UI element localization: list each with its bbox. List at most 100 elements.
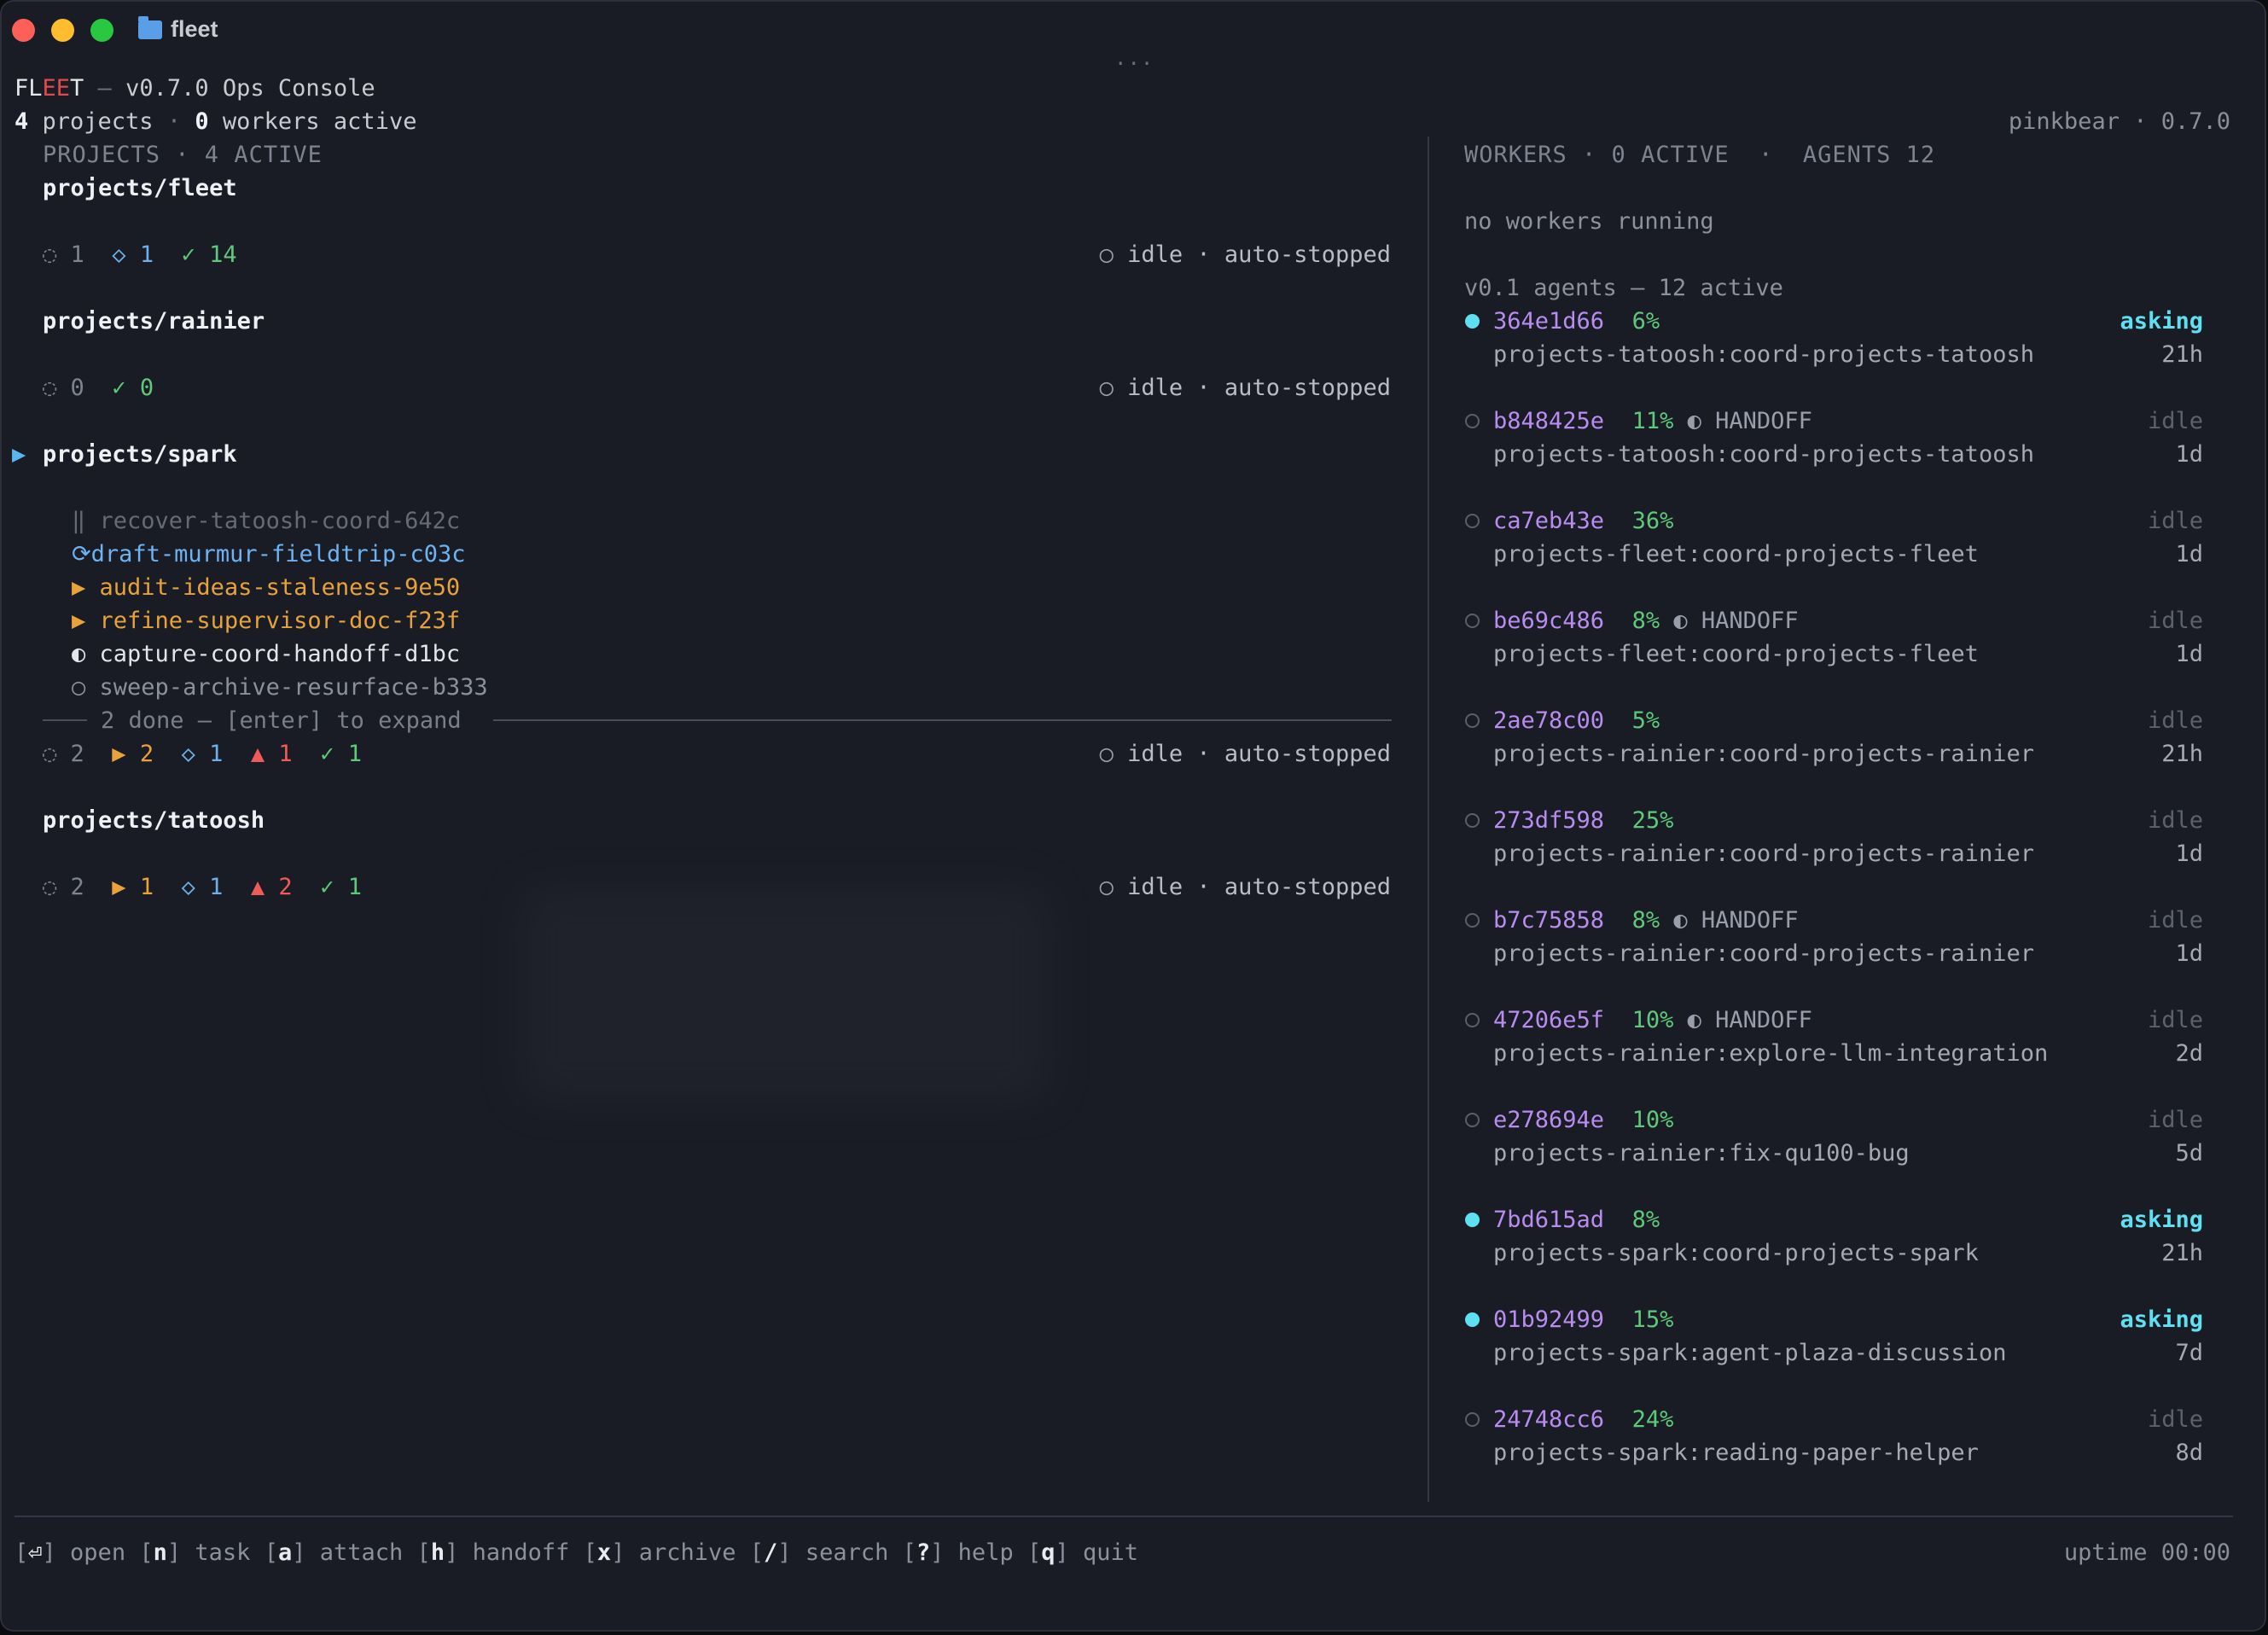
key-glyph: x bbox=[596, 1539, 612, 1566]
agent-status: idle bbox=[2147, 907, 2203, 934]
agent-path: projects-rainier:coord-projects-rainier bbox=[1493, 841, 2034, 867]
agent-status: idle bbox=[2147, 1406, 2203, 1433]
state-text: idle · auto-stopped bbox=[1127, 241, 1391, 268]
key-glyph: / bbox=[764, 1539, 778, 1566]
task-name: recover-tatoosh-coord-642c bbox=[99, 508, 461, 534]
task-row[interactable]: ▶ refine-supervisor-doc-f23f bbox=[72, 604, 460, 637]
asking-dot-icon bbox=[1465, 314, 1480, 329]
project-spark-state: ○ idle · auto-stopped bbox=[1100, 737, 1391, 771]
agent-status: idle bbox=[2147, 608, 2203, 634]
close-window-button[interactable] bbox=[12, 19, 35, 42]
agent-context-percent: 36% bbox=[1631, 508, 1674, 534]
agent-age: 21h bbox=[2161, 1240, 2203, 1266]
key-glyph: a bbox=[277, 1539, 293, 1566]
idle-circle-icon: ○ bbox=[72, 674, 86, 701]
done-count: 0 bbox=[139, 375, 154, 401]
keybinding-bar: [⏎] open [n] task [a] attach [h] handoff… bbox=[15, 1536, 1138, 1569]
keybinding-archive[interactable]: [x] archive bbox=[584, 1539, 750, 1566]
bracket: [ bbox=[749, 1539, 765, 1566]
keybinding-search[interactable]: [/] search bbox=[750, 1539, 903, 1566]
agent-context-percent: 10% bbox=[1631, 1107, 1674, 1133]
review-count: 1 bbox=[209, 741, 224, 767]
projects-label: projects bbox=[28, 108, 154, 135]
task-row[interactable]: ⟳draft-murmur-fieldtrip-c03c bbox=[72, 538, 466, 571]
title-bar: fleet ... bbox=[0, 0, 2266, 70]
bracket: ] bbox=[777, 1539, 805, 1566]
agent-status: idle bbox=[2147, 508, 2203, 534]
agent-age: 7d bbox=[2175, 1340, 2203, 1366]
task-row[interactable]: ‖ recover-tatoosh-coord-642c bbox=[72, 504, 460, 538]
app-subtitle: v0.7.0 Ops Console bbox=[125, 75, 375, 102]
blocked-icon: ▲ bbox=[250, 741, 279, 767]
agent-summary: 01b92499 15% bbox=[1493, 1303, 1673, 1336]
running-icon: ▶ bbox=[112, 874, 140, 900]
keybinding-help[interactable]: [?] help bbox=[903, 1539, 1027, 1566]
keybinding-open[interactable]: [⏎] open bbox=[15, 1539, 139, 1566]
idle-dot-icon bbox=[1465, 1013, 1480, 1027]
todo-icon: ◌ bbox=[43, 375, 71, 401]
task-row[interactable]: ○ sweep-archive-resurface-b333 bbox=[72, 671, 488, 704]
project-count: 4 bbox=[15, 108, 29, 135]
folder-icon bbox=[138, 15, 162, 39]
review-icon: ◇ bbox=[181, 741, 210, 767]
agent-age: 5d bbox=[2175, 1140, 2203, 1167]
bracket: [ bbox=[264, 1539, 278, 1566]
agent-path: projects-tatoosh:coord-projects-tatoosh bbox=[1493, 341, 2034, 368]
keybinding-quit[interactable]: [q] quit bbox=[1027, 1539, 1138, 1566]
handoff-half-circle-icon: ◐ bbox=[72, 641, 86, 667]
project-rainier-stats: ◌ 0 ✓ 0 bbox=[43, 371, 154, 404]
workers-label: workers active bbox=[208, 108, 417, 135]
done-count: 1 bbox=[347, 874, 362, 900]
brand-t: T bbox=[70, 75, 84, 102]
minimize-window-button[interactable] bbox=[51, 19, 74, 42]
agent-id: 24748cc6 bbox=[1493, 1406, 1605, 1433]
brand-fl: FL bbox=[15, 75, 43, 102]
task-row[interactable]: ◐ capture-coord-handoff-d1bc bbox=[72, 637, 460, 671]
agent-path: projects-fleet:coord-projects-fleet bbox=[1493, 541, 1979, 567]
done-count: 1 bbox=[347, 741, 362, 767]
workers-panel-title: WORKERS · 0 ACTIVE · AGENTS 12 bbox=[1464, 142, 1936, 168]
project-tatoosh[interactable]: projects/tatoosh bbox=[43, 804, 265, 837]
window-title-text: fleet bbox=[171, 16, 218, 42]
todo-icon: ◌ bbox=[43, 241, 71, 268]
key-glyph: q bbox=[1041, 1539, 1055, 1566]
agent-id: 47206e5f bbox=[1493, 1007, 1605, 1033]
task-name: draft-murmur-fieldtrip-c03c bbox=[90, 541, 466, 567]
done-divider-left bbox=[43, 719, 87, 721]
project-tatoosh-state: ○ idle · auto-stopped bbox=[1100, 870, 1391, 904]
agent-path: projects-rainier:explore-llm-integration bbox=[1493, 1040, 2049, 1067]
keybinding-handoff[interactable]: [h] handoff bbox=[417, 1539, 584, 1566]
task-name: capture-coord-handoff-d1bc bbox=[99, 641, 461, 667]
task-row[interactable]: ▶ audit-ideas-staleness-9e50 bbox=[72, 571, 460, 604]
agent-status: idle bbox=[2147, 707, 2203, 734]
agent-context-percent: 8% bbox=[1631, 907, 1660, 934]
key-glyph: ⏎ bbox=[28, 1539, 43, 1566]
agent-status: idle bbox=[2147, 1107, 2203, 1133]
agent-context-percent: 11% bbox=[1631, 408, 1674, 434]
agent-id: e278694e bbox=[1493, 1107, 1605, 1133]
project-rainier[interactable]: projects/rainier bbox=[43, 305, 265, 338]
idle-dot-icon bbox=[1465, 514, 1480, 528]
project-spark[interactable]: projects/spark bbox=[43, 438, 237, 471]
play-icon: ▶ bbox=[72, 608, 86, 634]
agent-summary: b848425e 11% ◐ HANDOFF bbox=[1493, 404, 1812, 438]
done-count: 14 bbox=[209, 241, 237, 268]
panel-divider bbox=[1428, 137, 1429, 1502]
keybinding-task[interactable]: [n] task bbox=[139, 1539, 264, 1566]
agent-id: be69c486 bbox=[1493, 608, 1605, 634]
header-counts: 4 projects · 0 workers active bbox=[15, 105, 416, 138]
project-fleet[interactable]: projects/fleet bbox=[43, 172, 237, 205]
keybinding-attach[interactable]: [a] attach bbox=[265, 1539, 417, 1566]
tab-overflow-dots[interactable]: ... bbox=[1114, 46, 1154, 70]
agent-context-percent: 8% bbox=[1631, 608, 1660, 634]
bracket: ] bbox=[166, 1539, 195, 1566]
idle-dot-icon bbox=[1465, 414, 1480, 428]
window-title: fleet bbox=[138, 15, 218, 43]
paused-icon: ‖ bbox=[72, 508, 86, 534]
zoom-window-button[interactable] bbox=[90, 19, 113, 42]
blocked-icon: ▲ bbox=[250, 874, 279, 900]
bracket: ] bbox=[292, 1539, 320, 1566]
footer-divider bbox=[15, 1516, 2233, 1517]
todo-count: 2 bbox=[70, 741, 84, 767]
done-expand-toggle[interactable]: 2 done — [enter] to expand bbox=[101, 704, 462, 737]
